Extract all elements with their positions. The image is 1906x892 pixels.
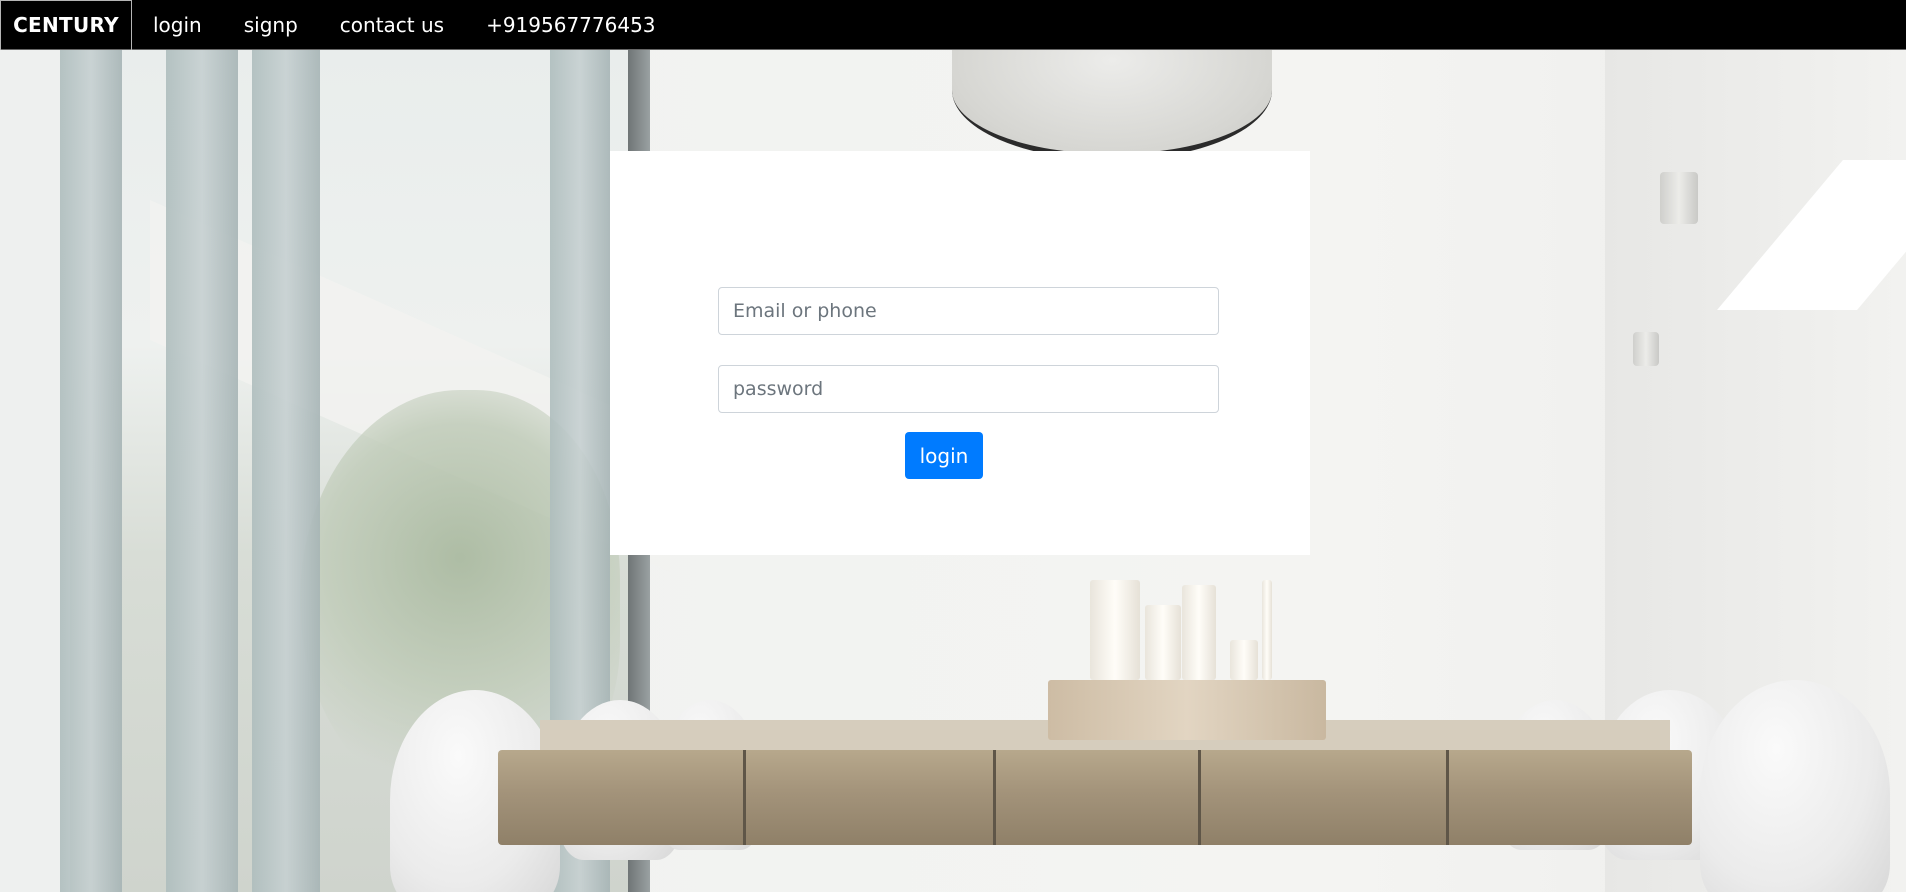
background-candle (1090, 580, 1140, 680)
background-pillar (252, 50, 320, 892)
background-pillar (166, 50, 238, 892)
background-candle (1230, 640, 1258, 680)
top-navbar: CENTURY login signp contact us +91956777… (0, 0, 1906, 50)
background-spotlight (1633, 332, 1659, 366)
nav-link-contact[interactable]: contact us (340, 13, 444, 37)
background-candle (1182, 585, 1216, 680)
background-spotlight (1660, 172, 1698, 224)
email-field[interactable] (718, 287, 1219, 335)
background-candle (1145, 605, 1181, 680)
background-table (498, 750, 1692, 845)
background-table-seam (993, 750, 996, 845)
nav-link-login[interactable]: login (153, 13, 202, 37)
nav-link-signup[interactable]: signp (244, 13, 298, 37)
login-button[interactable]: login (905, 432, 983, 479)
background-table-seam (1198, 750, 1201, 845)
nav-link-phone[interactable]: +919567776453 (486, 13, 655, 37)
background-table-seam (1446, 750, 1449, 845)
background-pillar (60, 50, 122, 892)
background-candle (1262, 580, 1272, 680)
background-pendant-lamp (952, 50, 1272, 160)
login-card: login (610, 151, 1310, 555)
background-centerpiece-box (1048, 680, 1326, 740)
brand-logo-link[interactable]: CENTURY (0, 0, 132, 50)
background-table-seam (743, 750, 746, 845)
password-field[interactable] (718, 365, 1219, 413)
